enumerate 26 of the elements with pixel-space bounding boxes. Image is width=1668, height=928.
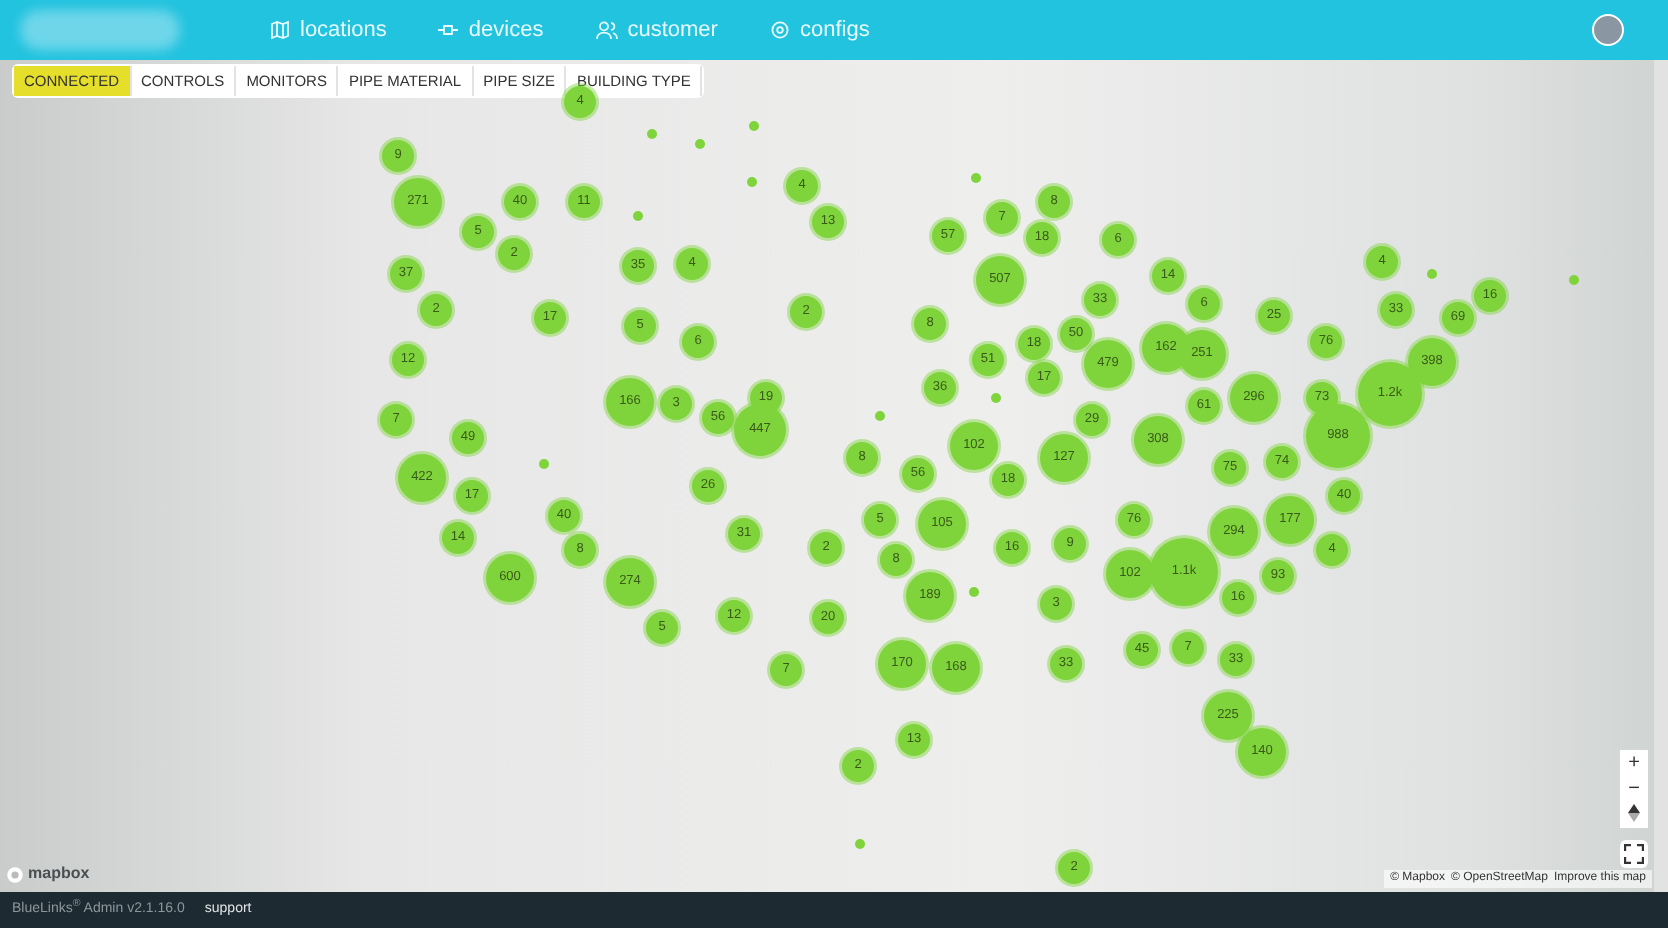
map-pin-dot[interactable]: [855, 839, 865, 849]
map-icon: [270, 20, 290, 40]
fullscreen-icon: [1624, 844, 1644, 864]
map-pin-dot[interactable]: [1427, 269, 1437, 279]
mapbox-logo[interactable]: mapbox: [28, 862, 90, 886]
map-pin-dot[interactable]: [875, 411, 885, 421]
map-pin-dot[interactable]: [971, 173, 981, 183]
map-pin-dot[interactable]: [1569, 275, 1579, 285]
map-pin-dot[interactable]: [695, 139, 705, 149]
logo[interactable]: [20, 10, 180, 50]
map-pin-dot[interactable]: [747, 177, 757, 187]
mapbox-logo-icon: [6, 865, 24, 883]
map-pin-dot[interactable]: [749, 121, 759, 131]
people-icon: [595, 20, 618, 40]
fullscreen-button[interactable]: [1620, 840, 1648, 868]
compass-icon: [1628, 804, 1640, 823]
compass-button[interactable]: [1620, 802, 1648, 828]
scrollbar[interactable]: [1654, 60, 1668, 892]
map-pin-dot[interactable]: [633, 211, 643, 221]
user-avatar[interactable]: [1592, 14, 1624, 46]
map-pin-dot[interactable]: [969, 587, 979, 597]
map-pin-dot[interactable]: [647, 129, 657, 139]
map-pin-dot[interactable]: [991, 393, 1001, 403]
map-pin-dot[interactable]: [539, 459, 549, 469]
plug-icon: [438, 20, 459, 40]
settings-icon: [769, 20, 790, 40]
